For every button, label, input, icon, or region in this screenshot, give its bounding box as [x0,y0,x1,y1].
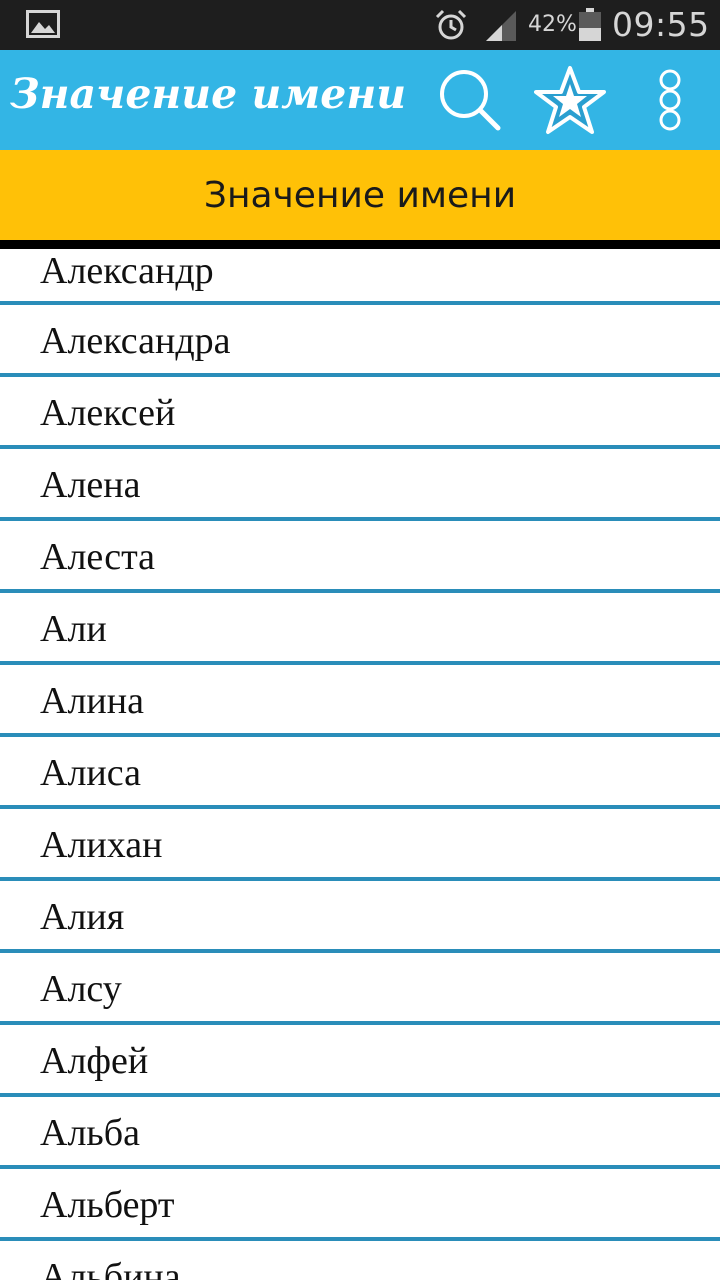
alarm-icon [434,8,468,46]
list-item-label: Али [40,608,107,650]
list-item[interactable]: Алена [0,449,720,521]
list-item-label: Александр [40,250,214,292]
list-item-label: Альберт [40,1184,175,1226]
list-item[interactable]: Алексей [0,377,720,449]
favorites-button[interactable] [534,64,606,136]
list-item[interactable]: Али [0,593,720,665]
battery-icon [578,8,602,46]
name-list[interactable]: Александр Александра Алексей Алена Алеста Али… [0,249,720,1280]
list-item-label: Алия [40,896,125,938]
list-item-label: Алсу [40,968,122,1010]
header-divider [0,240,720,249]
list-item-label: Александра [40,320,231,362]
star-icon [534,66,606,140]
overflow-menu-icon [634,69,706,140]
list-item[interactable]: Алихан [0,809,720,881]
app-title: Значение имени [10,70,407,118]
list-item[interactable]: Алия [0,881,720,953]
search-icon [434,70,506,140]
list-item-label: Алина [40,680,144,722]
list-item[interactable]: Александр [0,249,720,305]
list-item-label: Альбина [40,1256,181,1280]
list-item[interactable]: Альберт [0,1169,720,1241]
list-item-label: Алена [40,464,141,506]
list-item[interactable]: Александра [0,305,720,377]
list-item-label: Алеста [40,536,156,578]
gallery-icon [26,10,60,42]
list-item[interactable]: Альбина [0,1241,720,1280]
list-item-label: Альба [40,1112,140,1154]
battery-percent: 42% [528,12,577,37]
list-item[interactable]: Алфей [0,1025,720,1097]
list-item[interactable]: Алиса [0,737,720,809]
search-button[interactable] [434,64,506,136]
section-header: Значение имени [0,150,720,240]
list-item[interactable]: Алеста [0,521,720,593]
list-item-label: Алиса [40,752,141,794]
list-item[interactable]: Алина [0,665,720,737]
clock: 09:55 [612,5,710,44]
list-item-label: Алфей [40,1040,149,1082]
list-item-label: Алихан [40,824,163,866]
overflow-menu-button[interactable] [634,64,706,136]
list-item-label: Алексей [40,392,176,434]
list-item[interactable]: Алсу [0,953,720,1025]
action-bar: Значение имени [0,50,720,150]
status-bar: 42% 09:55 [0,0,720,50]
signal-icon [484,10,518,46]
list-item[interactable]: Альба [0,1097,720,1169]
